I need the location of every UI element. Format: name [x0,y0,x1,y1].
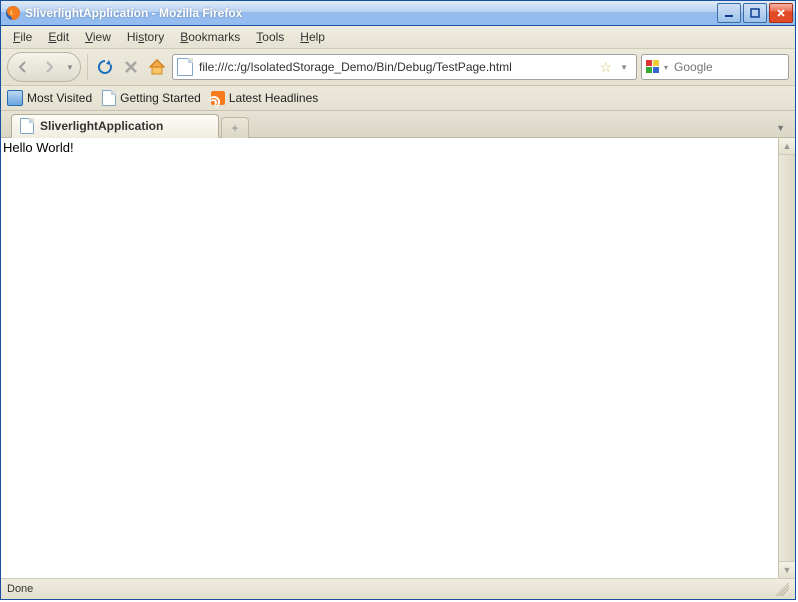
vertical-scrollbar[interactable]: ▲ ▼ [778,138,795,578]
tab-strip: SliverlightApplication + ▼ [1,111,795,138]
search-engine-dropdown-icon[interactable]: ▾ [664,63,668,72]
menu-view[interactable]: View [77,28,119,46]
resize-grip-icon[interactable] [775,582,789,596]
url-input[interactable] [197,59,596,75]
most-visited-icon [7,90,23,106]
minimize-button[interactable] [717,3,741,23]
maximize-button[interactable] [743,3,767,23]
bookmark-star-icon[interactable]: ☆ [600,59,613,76]
bookmark-label: Latest Headlines [229,91,318,105]
search-bar[interactable]: ▾ 🔍 [641,54,789,80]
firefox-window: SliverlightApplication - Mozilla Firefox… [0,0,796,600]
scroll-up-arrow-icon[interactable]: ▲ [779,138,795,155]
bookmark-label: Getting Started [120,91,201,105]
rss-icon [211,91,225,105]
bookmarks-toolbar: Most Visited Getting Started Latest Head… [1,86,795,111]
scroll-down-arrow-icon[interactable]: ▼ [779,561,795,578]
firefox-icon [5,5,21,21]
window-title: SliverlightApplication - Mozilla Firefox [25,6,717,20]
page-icon [102,90,116,106]
menu-history[interactable]: History [119,28,172,46]
back-button[interactable] [10,55,36,79]
navigation-toolbar: ▼ ☆ ▼ ▾ 🔍 [1,49,795,86]
url-dropdown-icon[interactable]: ▼ [616,63,632,72]
separator [87,54,88,80]
menu-bookmarks[interactable]: Bookmarks [172,28,248,46]
tab-list-dropdown-button[interactable]: ▼ [770,119,791,137]
menu-help[interactable]: Help [292,28,333,46]
page-content: Hello World! ▲ ▼ [1,138,795,578]
bookmark-latest-headlines[interactable]: Latest Headlines [211,91,318,105]
google-engine-icon[interactable] [646,60,660,74]
bookmark-label: Most Visited [27,91,92,105]
menu-tools[interactable]: Tools [248,28,292,46]
back-forward-group: ▼ [7,52,81,82]
search-input[interactable] [672,59,798,75]
tab-title: SliverlightApplication [40,119,163,133]
tab-active[interactable]: SliverlightApplication [11,114,219,138]
stop-button[interactable] [120,56,142,78]
menu-edit[interactable]: Edit [40,28,77,46]
new-tab-button[interactable]: + [221,117,249,138]
menu-bar: File Edit View History Bookmarks Tools H… [1,26,795,49]
status-bar: Done [1,578,795,599]
history-dropdown-button[interactable]: ▼ [62,55,78,79]
page-identity-icon[interactable] [177,58,193,76]
titlebar: SliverlightApplication - Mozilla Firefox [1,1,795,26]
home-button[interactable] [146,56,168,78]
menu-file[interactable]: File [5,28,40,46]
reload-button[interactable] [94,56,116,78]
close-button[interactable] [769,3,793,23]
bookmark-most-visited[interactable]: Most Visited [7,90,92,106]
status-text: Done [7,583,33,595]
bookmark-getting-started[interactable]: Getting Started [102,90,201,106]
page-body-text: Hello World! [3,140,74,155]
tab-favicon [20,118,34,134]
forward-button[interactable] [36,55,62,79]
url-bar[interactable]: ☆ ▼ [172,54,637,80]
